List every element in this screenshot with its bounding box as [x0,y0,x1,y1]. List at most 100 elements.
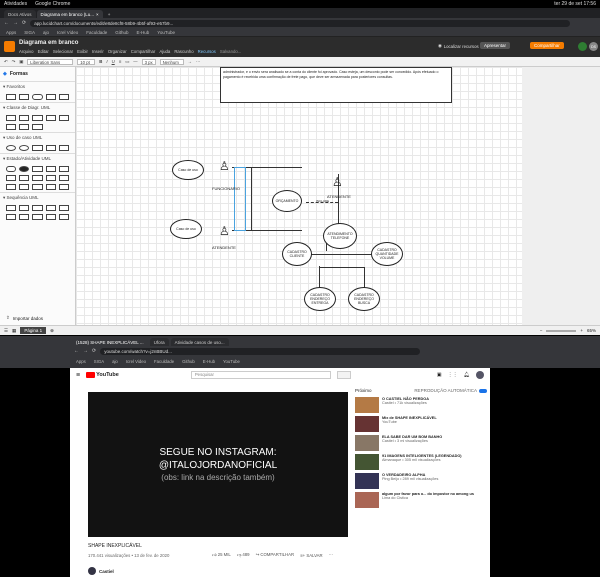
usecase-node[interactable]: Caso de uso [170,219,202,239]
bookmark[interactable]: Icrel Video [57,30,78,35]
bookmark[interactable]: Github [115,30,128,35]
menu-item[interactable]: Organizar [108,49,127,54]
find-resources[interactable]: ◉ Localizar recursos [438,43,479,49]
autoplay-toggle[interactable]: REPRODUÇÃO AUTOMÁTICA [414,388,487,393]
font-size-select[interactable]: 10 pt [77,58,96,65]
actor-icon[interactable]: ♙ [219,224,230,238]
selection-box[interactable] [234,167,246,231]
usecase-node[interactable]: CADASTRO ENDEREÇO ENTREGA [304,287,336,311]
shape[interactable] [45,166,56,172]
actor-icon[interactable]: ♙ [332,175,343,189]
usecase-node[interactable]: CADASTRO QUANTIDADE VOLUME [371,242,403,266]
shape[interactable] [6,205,17,211]
line-icon[interactable]: — [133,59,137,64]
tab-activity[interactable]: Atividade casos de uso... [170,338,229,346]
menu-item[interactable]: Recursos [198,49,216,54]
menu-item[interactable]: Arquivo [19,49,34,54]
bookmark[interactable]: Github [182,359,195,364]
rec-video[interactable]: algum por favor para o... do impostor no… [355,492,487,508]
shape[interactable] [32,94,43,100]
shape[interactable] [19,124,30,130]
bookmark[interactable]: Faculdade [154,359,174,364]
shape[interactable] [45,145,56,151]
shape[interactable] [32,184,43,190]
bookmark[interactable]: SIGA [94,359,104,364]
grid-icon[interactable]: ☰ [4,328,8,334]
rec-video[interactable]: ELA SABE DAR UM BOM BANHO Castiel • 3 mi … [355,435,487,451]
url-field[interactable]: youtube.com/watch?v=j2nBBUd... [100,347,421,355]
present-button[interactable]: Apresentar [480,42,511,49]
shape[interactable] [19,115,30,121]
url-field[interactable]: app.lucidchart.com/documents/edit/e8de8c… [30,19,571,27]
bookmark[interactable]: ajo [43,30,49,35]
sidebar-section[interactable]: ▾ Estado/Atividade UML [0,153,75,164]
shape[interactable] [6,145,17,151]
sidebar-section[interactable]: ▾ Uso de caso UML [0,132,75,143]
shape[interactable] [45,184,56,190]
rec-video[interactable]: O CASTIEL NÃO PERDOA Castiel • 71k visual… [355,397,487,413]
forward-icon[interactable]: → [83,348,88,354]
like-button[interactable]: 👍︎ 25 MIL [212,552,231,558]
youtube-logo[interactable]: YouTube [86,372,119,378]
stroke-style-select[interactable]: Nenhum [159,58,184,65]
video-player[interactable]: SEGUE NO INSTAGRAM: @ITALOJORDANOFICIAL … [88,392,348,537]
align-icon[interactable]: ≡ [119,59,122,64]
rec-video[interactable]: O VERDADEIRO ALPHA Ping Beijo • 289 mil v… [355,473,487,489]
shape[interactable] [32,115,43,121]
shape[interactable] [19,214,30,220]
stroke-width-select[interactable]: 3 px [141,58,156,65]
menu-item[interactable]: Rascunho [174,49,193,54]
close-icon[interactable]: × [96,12,99,17]
channel-avatar[interactable] [88,567,96,575]
tab-docs[interactable]: Docs Ativos [4,10,36,18]
shape[interactable] [58,166,69,172]
add-page-icon[interactable]: ⊕ [50,328,54,334]
underline-icon[interactable]: U [112,59,115,64]
shape[interactable] [6,166,17,172]
tab-diagram[interactable]: Diagrama em branco (Lu... × [36,10,103,18]
shape[interactable] [19,166,30,172]
bookmark[interactable]: Apps [76,359,86,364]
menu-icon[interactable]: ≡ [76,372,80,379]
bookmark[interactable]: SIGA [24,30,35,35]
arrow-icon[interactable]: → [188,59,192,64]
shape[interactable] [19,175,30,181]
description-note[interactable]: administrador, e o envio sera analisado … [220,67,452,103]
shape[interactable] [19,145,30,151]
avatar[interactable] [476,371,484,379]
import-data-button[interactable]: ⇪ Importar dados [0,313,49,323]
search-input[interactable]: Pesquisar [190,371,331,379]
bookmark[interactable]: Faculdade [86,30,107,35]
shape[interactable] [45,94,56,100]
shape[interactable] [19,184,30,190]
shape[interactable] [19,94,30,100]
shape[interactable] [32,166,43,172]
zoom-in-icon[interactable]: + [580,328,583,333]
share-button[interactable]: ↪ COMPARTILHAR [256,552,295,558]
shape[interactable] [6,124,17,130]
bookmark[interactable]: Apps [6,30,16,35]
menu-item[interactable]: Compartilhar [131,49,156,54]
save-button[interactable]: ≡+ SALVAR [300,553,323,558]
new-tab-button[interactable]: + [104,10,115,18]
shape[interactable] [45,115,56,121]
bell-icon[interactable]: 🔔︎ [464,372,470,378]
usecase-node[interactable]: CADASTRO CLIENTE [282,242,312,266]
zoom-level[interactable]: 65% [587,328,596,333]
shape[interactable] [45,214,56,220]
sidebar-section[interactable]: ▾ Classe de Diagr. UML [0,102,75,113]
document-title[interactable]: Diagrama em branco [19,40,78,46]
more-icon[interactable]: ⋯ [196,59,200,65]
bookmark[interactable]: Icrel Video [126,359,146,364]
bookmark[interactable]: ajo [112,359,118,364]
menu-item[interactable]: Ajuda [159,49,170,54]
shape[interactable] [32,205,43,211]
shape[interactable] [32,124,43,130]
bookmark[interactable]: E-Hub [203,359,215,364]
shape[interactable] [32,214,43,220]
actor-icon[interactable]: ♙ [219,159,230,173]
shape[interactable] [45,205,56,211]
activities-label[interactable]: Atividades [4,1,27,7]
list-icon[interactable]: ▦ [12,328,16,334]
shape[interactable] [58,175,69,181]
